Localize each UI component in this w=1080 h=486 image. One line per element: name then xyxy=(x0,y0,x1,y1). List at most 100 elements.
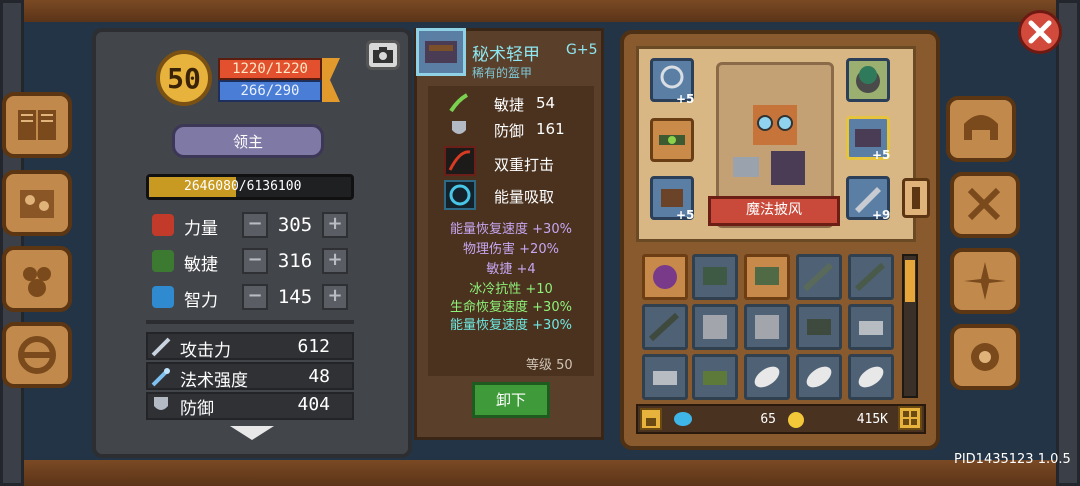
belt-slot[interactable] xyxy=(650,118,694,162)
upgrade-tag: +5 xyxy=(676,208,695,222)
attr-value-strength: 305 xyxy=(277,214,313,236)
inventory-slot[interactable] xyxy=(848,254,894,300)
prop-value-agility: 54 xyxy=(536,94,556,112)
agility-minus-button[interactable]: − xyxy=(242,248,268,274)
crossbow-icon xyxy=(802,262,834,292)
crossbow-icon xyxy=(854,262,886,292)
inventory-slot[interactable] xyxy=(796,304,842,350)
strength-minus-button[interactable]: − xyxy=(242,212,268,238)
inventory-slot[interactable] xyxy=(642,304,688,350)
left-post xyxy=(0,0,24,486)
upgrade-tag: +5 xyxy=(872,148,891,162)
bar-cap-icon xyxy=(322,58,340,102)
gem-icon xyxy=(674,412,692,426)
intelligence-plus-button[interactable]: + xyxy=(322,284,348,310)
codex-button[interactable] xyxy=(2,92,72,158)
equipment-tab-button[interactable] xyxy=(946,96,1016,162)
skill-double-strike: 双重打击 xyxy=(494,156,555,174)
stat-label-defense: 防御 xyxy=(180,399,214,419)
attr-label-intelligence: 智力 xyxy=(184,291,218,311)
helmet-icon xyxy=(703,315,727,339)
inventory-slot[interactable] xyxy=(642,354,688,400)
inventory-slot[interactable] xyxy=(744,354,790,400)
swap-icon xyxy=(912,187,920,209)
agility-plus-button[interactable]: + xyxy=(322,248,348,274)
coin-icon xyxy=(788,412,804,428)
settings-tab-button[interactable] xyxy=(950,324,1020,390)
gear-icon xyxy=(971,343,999,371)
talent-tab-button[interactable] xyxy=(950,248,1020,314)
pets-icon xyxy=(23,267,51,297)
pet-slot[interactable] xyxy=(846,58,890,102)
top-beam xyxy=(0,0,1080,22)
unequip-button[interactable]: 卸下 xyxy=(472,382,550,418)
intelligence-icon xyxy=(152,286,174,308)
bonus-line: 能量恢复速度 +30% xyxy=(450,318,572,333)
lock-button[interactable] xyxy=(640,408,662,430)
steering-wheel-icon xyxy=(18,336,56,374)
inventory-slot[interactable] xyxy=(692,304,738,350)
prop-label-defense: 防御 xyxy=(494,122,525,140)
pets-button[interactable] xyxy=(2,246,72,312)
crossbow-icon xyxy=(648,312,680,342)
belt-icon xyxy=(659,135,685,145)
chevron-down-icon[interactable] xyxy=(228,424,276,442)
recipe-button[interactable] xyxy=(2,170,72,236)
stat-value-attack: 612 xyxy=(297,336,330,357)
recipe-icon xyxy=(20,190,54,218)
armor-icon xyxy=(425,41,457,63)
close-button[interactable] xyxy=(1018,10,1062,54)
gem-count: 65 xyxy=(760,412,776,427)
right-post xyxy=(1056,0,1080,486)
strength-icon xyxy=(152,214,174,236)
rank-plate[interactable]: 领主 xyxy=(172,124,324,158)
attr-value-intelligence: 145 xyxy=(277,286,313,308)
boots-icon xyxy=(703,371,727,385)
stat-value-defense: 404 xyxy=(297,394,330,415)
screenshot-button[interactable] xyxy=(366,40,400,70)
item-name: 秘术轻甲 xyxy=(472,45,540,65)
inventory-scrollbar[interactable] xyxy=(902,254,918,398)
scrollbar-thumb[interactable] xyxy=(905,260,915,302)
inventory-slot[interactable] xyxy=(692,354,738,400)
inventory-slot[interactable] xyxy=(642,254,688,300)
inventory-slot[interactable] xyxy=(796,354,842,400)
skills-tab-button[interactable] xyxy=(950,172,1020,238)
grid-icon xyxy=(903,411,917,425)
wand-icon xyxy=(151,368,170,387)
item-rarity: 稀有的盔甲 xyxy=(472,66,533,80)
inventory-slot[interactable] xyxy=(744,254,790,300)
attr-label-strength: 力量 xyxy=(184,219,218,239)
inventory-slot[interactable] xyxy=(796,254,842,300)
stat-label-attack: 攻击力 xyxy=(180,341,231,361)
bottom-beam xyxy=(0,460,1080,486)
bonus-line: 能量恢复速度 +30% xyxy=(450,222,572,237)
close-icon xyxy=(1028,20,1052,44)
prop-value-defense: 161 xyxy=(536,120,565,138)
energy-drain-icon xyxy=(444,180,476,210)
strength-plus-button[interactable]: + xyxy=(322,212,348,238)
stat-label-spell: 法术强度 xyxy=(180,371,248,391)
inventory-slot[interactable] xyxy=(744,304,790,350)
gauntlet-icon xyxy=(859,321,883,335)
upgrade-tag: +9 xyxy=(872,208,891,222)
gold-count: 415K xyxy=(856,412,888,427)
hp-bar: 1220/1220 xyxy=(218,58,322,80)
inventory-slot[interactable] xyxy=(692,254,738,300)
feather-icon xyxy=(858,366,884,388)
bonus-line: 敏捷 +4 xyxy=(486,262,536,277)
agility-icon xyxy=(152,250,174,272)
double-strike-icon xyxy=(444,146,476,176)
stat-value-spell: 48 xyxy=(308,366,330,387)
intelligence-minus-button[interactable]: − xyxy=(242,284,268,310)
helmet-icon xyxy=(964,115,998,140)
book-icon xyxy=(18,110,56,140)
inventory-slot[interactable] xyxy=(848,354,894,400)
vehicle-button[interactable] xyxy=(2,322,72,388)
inventory-slot[interactable] xyxy=(848,304,894,350)
helmet-icon xyxy=(755,315,779,339)
sort-button[interactable] xyxy=(898,406,922,430)
armor-icon xyxy=(703,267,727,285)
bonus-line: 生命恢复速度 +30% xyxy=(450,300,572,315)
weapon-swap-button[interactable] xyxy=(902,178,930,218)
